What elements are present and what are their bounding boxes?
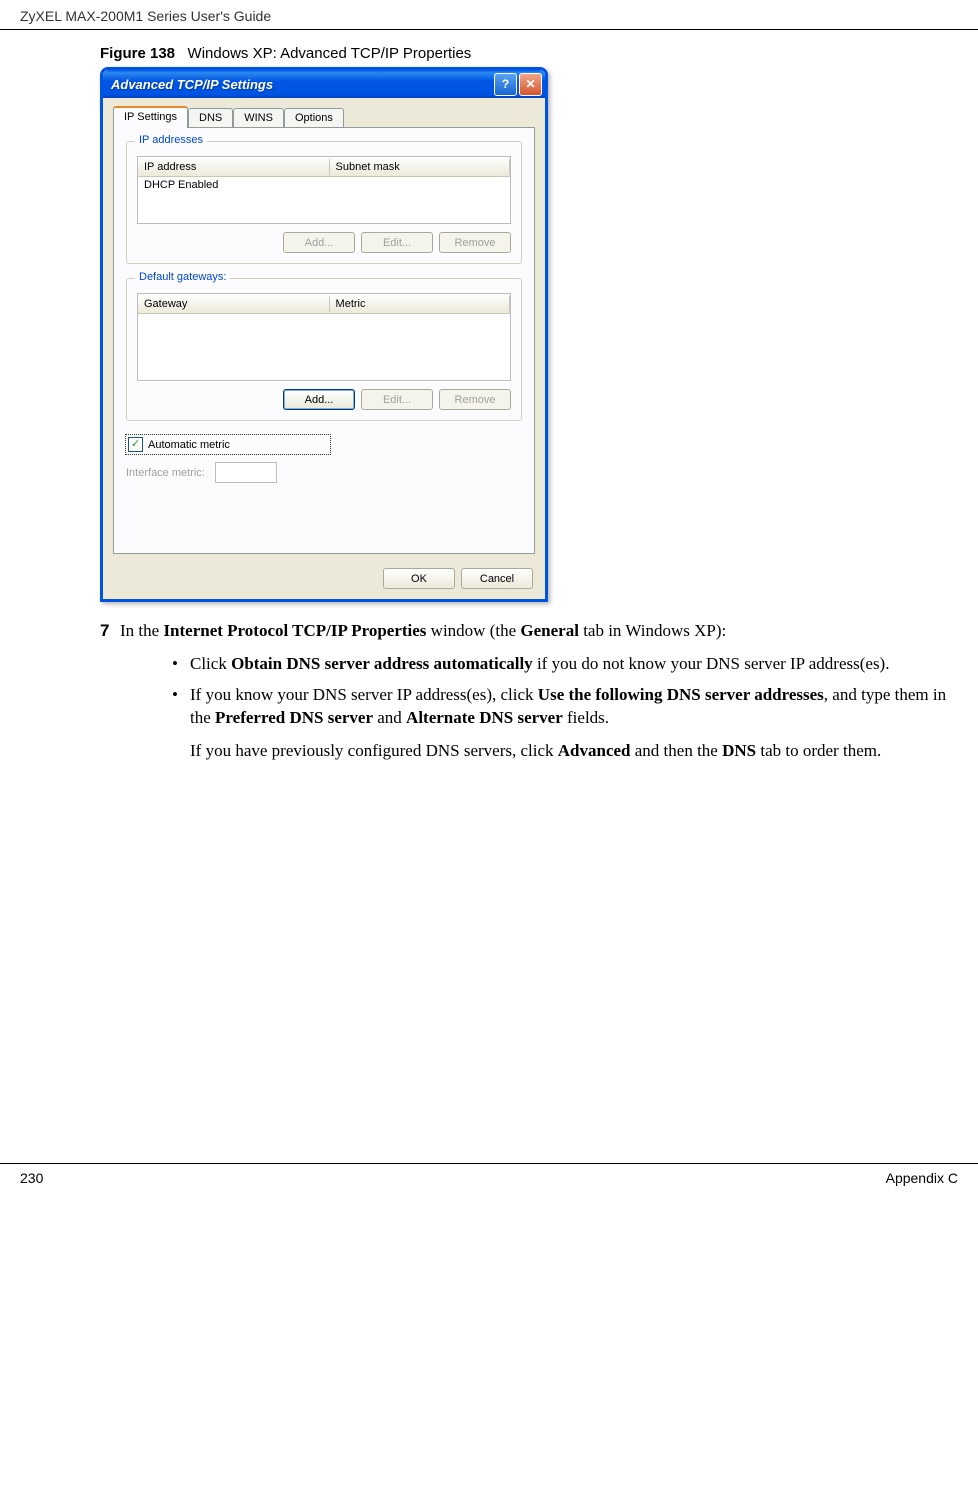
bullet-mark: • bbox=[160, 684, 190, 730]
figure-caption-text: Windows XP: Advanced TCP/IP Properties bbox=[188, 45, 472, 62]
t: if you do not know your DNS server IP ad… bbox=[533, 654, 890, 673]
ip-addresses-list[interactable]: IP address Subnet mask DHCP Enabled bbox=[137, 156, 511, 224]
list-body: DHCP Enabled bbox=[138, 177, 510, 223]
help-button[interactable]: ? bbox=[494, 73, 517, 96]
body-text: 7 In the Internet Protocol TCP/IP Proper… bbox=[0, 602, 978, 643]
t: Alternate DNS server bbox=[406, 708, 563, 727]
default-gateways-legend: Default gateways: bbox=[135, 271, 230, 283]
titlebar: Advanced TCP/IP Settings ? ✕ bbox=[103, 70, 545, 98]
ok-button[interactable]: OK bbox=[383, 568, 455, 589]
gw-edit-button[interactable]: Edit... bbox=[361, 389, 433, 410]
step-7: 7 In the Internet Protocol TCP/IP Proper… bbox=[100, 620, 948, 643]
bullet-mark: • bbox=[160, 653, 190, 676]
bullet-list: • Click Obtain DNS server address automa… bbox=[0, 653, 978, 730]
ip-add-button[interactable]: Add... bbox=[283, 232, 355, 253]
bullet-1: • Click Obtain DNS server address automa… bbox=[160, 653, 948, 676]
tab-content: IP addresses IP address Subnet mask DHCP… bbox=[113, 127, 535, 554]
t: If you know your DNS server IP address(e… bbox=[190, 685, 538, 704]
page-footer: 230 Appendix C bbox=[0, 1163, 978, 1196]
step-text: In the Internet Protocol TCP/IP Properti… bbox=[120, 620, 726, 643]
automatic-metric-label: Automatic metric bbox=[148, 439, 230, 451]
gw-button-row: Add... Edit... Remove bbox=[137, 389, 511, 410]
ip-addresses-group: IP addresses IP address Subnet mask DHCP… bbox=[126, 141, 522, 264]
explain-paragraph: If you have previously configured DNS se… bbox=[0, 740, 978, 763]
tab-ip-settings[interactable]: IP Settings bbox=[113, 106, 188, 128]
t: In the bbox=[120, 621, 163, 640]
t: and then the bbox=[631, 741, 723, 760]
default-gateways-group: Default gateways: Gateway Metric Add... … bbox=[126, 278, 522, 421]
close-icon: ✕ bbox=[525, 77, 535, 91]
bullet-text: Click Obtain DNS server address automati… bbox=[190, 653, 889, 676]
t: Click bbox=[190, 654, 231, 673]
figure-label: Figure 138 bbox=[100, 45, 175, 62]
interface-metric-label: Interface metric: bbox=[126, 467, 205, 479]
t: If you have previously configured DNS se… bbox=[190, 741, 558, 760]
page-number: 230 bbox=[20, 1170, 43, 1186]
t: and bbox=[373, 708, 406, 727]
automatic-metric-checkbox[interactable]: ✓ Automatic metric bbox=[126, 435, 330, 454]
tabs-row: IP Settings DNS WINS Options bbox=[113, 106, 535, 128]
t: window (the bbox=[426, 621, 520, 640]
titlebar-buttons: ? ✕ bbox=[494, 73, 542, 96]
bullet-text: If you know your DNS server IP address(e… bbox=[190, 684, 948, 730]
interface-metric-input bbox=[215, 462, 277, 483]
bullet-2: • If you know your DNS server IP address… bbox=[160, 684, 948, 730]
gw-remove-button[interactable]: Remove bbox=[439, 389, 511, 410]
ip-addresses-legend: IP addresses bbox=[135, 134, 207, 146]
list-header: IP address Subnet mask bbox=[138, 157, 510, 177]
col-gateway[interactable]: Gateway bbox=[138, 296, 330, 312]
appendix-label: Appendix C bbox=[886, 1170, 958, 1186]
checkbox-icon: ✓ bbox=[128, 437, 143, 452]
close-button[interactable]: ✕ bbox=[519, 73, 542, 96]
list-body bbox=[138, 314, 510, 380]
ip-button-row: Add... Edit... Remove bbox=[137, 232, 511, 253]
col-subnet-mask[interactable]: Subnet mask bbox=[330, 159, 510, 175]
col-metric[interactable]: Metric bbox=[330, 296, 510, 312]
tab-options[interactable]: Options bbox=[284, 108, 344, 127]
tab-wins[interactable]: WINS bbox=[233, 108, 284, 127]
figure-caption: Figure 138 Windows XP: Advanced TCP/IP P… bbox=[0, 45, 978, 62]
tab-dns[interactable]: DNS bbox=[188, 108, 233, 127]
t: tab to order them. bbox=[756, 741, 881, 760]
ip-edit-button[interactable]: Edit... bbox=[361, 232, 433, 253]
t: fields. bbox=[563, 708, 609, 727]
gateways-list[interactable]: Gateway Metric bbox=[137, 293, 511, 381]
t: Advanced bbox=[558, 741, 631, 760]
t: tab in Windows XP): bbox=[579, 621, 726, 640]
dialog-footer: OK Cancel bbox=[113, 568, 535, 589]
t: DNS bbox=[722, 741, 756, 760]
xp-window: Advanced TCP/IP Settings ? ✕ IP Settings… bbox=[100, 67, 548, 602]
window-body: IP Settings DNS WINS Options IP addresse… bbox=[103, 98, 545, 599]
gw-add-button[interactable]: Add... bbox=[283, 389, 355, 410]
page-header: ZyXEL MAX-200M1 Series User's Guide bbox=[0, 0, 978, 30]
t: Obtain DNS server address automatically bbox=[231, 654, 533, 673]
list-header: Gateway Metric bbox=[138, 294, 510, 314]
list-item[interactable]: DHCP Enabled bbox=[144, 179, 504, 191]
window-title: Advanced TCP/IP Settings bbox=[111, 77, 494, 92]
t: General bbox=[520, 621, 579, 640]
cancel-button[interactable]: Cancel bbox=[461, 568, 533, 589]
dialog-screenshot: Advanced TCP/IP Settings ? ✕ IP Settings… bbox=[100, 67, 548, 602]
t: Use the following DNS server addresses bbox=[538, 685, 824, 704]
ip-remove-button[interactable]: Remove bbox=[439, 232, 511, 253]
t: Internet Protocol TCP/IP Properties bbox=[163, 621, 426, 640]
interface-metric-row: Interface metric: bbox=[126, 462, 522, 483]
step-number: 7 bbox=[100, 620, 120, 643]
col-ip-address[interactable]: IP address bbox=[138, 159, 330, 175]
t: Preferred DNS server bbox=[215, 708, 373, 727]
